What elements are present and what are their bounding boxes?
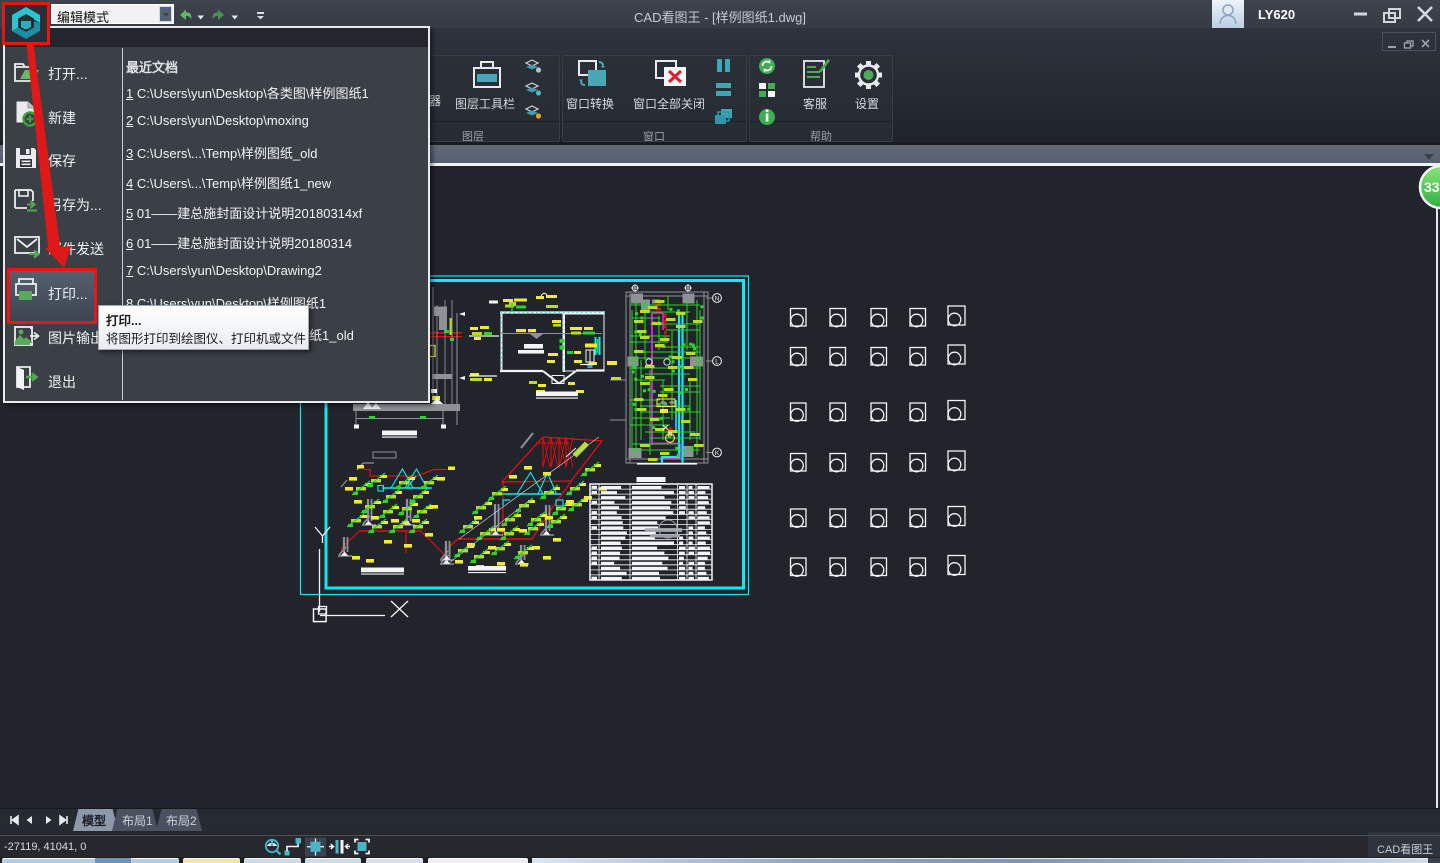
svg-text:L: L (715, 358, 719, 365)
svg-text:N: N (715, 295, 720, 302)
svg-text:K: K (715, 450, 720, 457)
